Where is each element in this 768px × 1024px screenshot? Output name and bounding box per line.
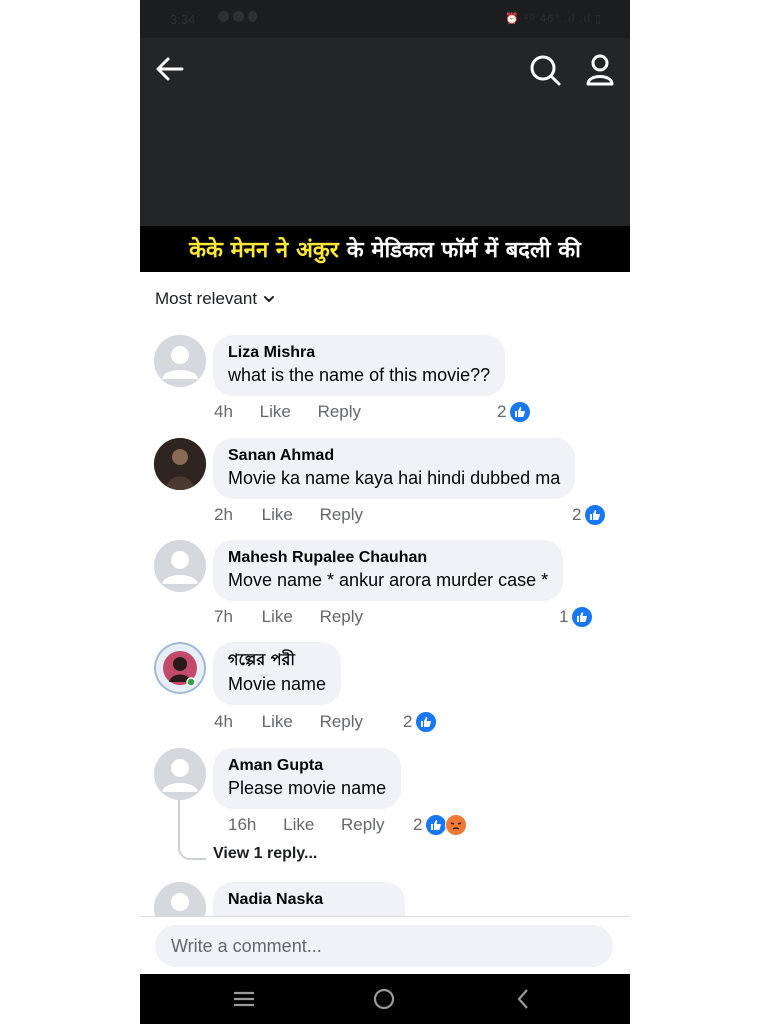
comment-text: Please movie name — [228, 778, 387, 798]
avatar[interactable] — [154, 540, 206, 592]
reaction-number: 2 — [403, 712, 413, 731]
avatar[interactable] — [154, 748, 206, 800]
comment-bubble[interactable]: Sanan Ahmad Movie ka name kaya hai hindi… — [213, 438, 576, 499]
reaction-number: 2 — [413, 815, 423, 834]
sort-label: Most relevant — [155, 289, 258, 308]
comment-actions: 16h Like Reply — [228, 815, 385, 835]
user-photo-icon — [154, 438, 206, 490]
call-icon — [248, 11, 257, 22]
comment-input[interactable]: Write a comment... — [155, 925, 613, 967]
status-right: ⏰ ⁴ᴳ 46° .ıl .ıl ▯ — [505, 13, 602, 25]
system-nav-bar — [140, 974, 630, 1024]
comment-actions: 4h Like Reply — [214, 402, 361, 422]
reply-button[interactable]: Reply — [320, 607, 363, 627]
like-button[interactable]: Like — [262, 607, 293, 627]
status-bar: 3:34 ⏰ ⁴ᴳ 46° .ıl .ıl ▯ — [140, 0, 630, 38]
reply-button[interactable]: Reply — [320, 712, 363, 732]
reaction-number: 2 — [572, 505, 582, 524]
view-replies-link[interactable]: View 1 reply... — [213, 845, 317, 863]
reply-button[interactable]: Reply — [318, 402, 361, 422]
sort-dropdown[interactable]: Most relevant — [155, 289, 275, 309]
like-reaction-icon — [415, 711, 438, 733]
like-button[interactable]: Like — [262, 505, 293, 525]
app-icon — [233, 11, 244, 22]
comment-actions: 2h Like Reply — [214, 505, 363, 525]
like-button[interactable]: Like — [262, 712, 293, 732]
like-reaction-icon — [571, 606, 594, 628]
like-button[interactable]: Like — [260, 402, 291, 422]
nav-back-icon[interactable] — [516, 988, 530, 1010]
comment-author[interactable]: গল্পের পরী — [228, 650, 326, 670]
reaction-count[interactable]: 2 — [403, 711, 438, 733]
home-icon[interactable] — [373, 988, 395, 1010]
like-button[interactable]: Like — [283, 815, 314, 835]
video-player[interactable]: 3:34 ⏰ ⁴ᴳ 46° .ıl .ıl ▯ केके मेनन ने अंक… — [140, 0, 630, 272]
video-caption: केके मेनन ने अंकुर के मेडिकल फॉर्म में ब… — [140, 226, 630, 272]
comment-bubble[interactable]: Mahesh Rupalee Chauhan Move name * ankur… — [213, 540, 564, 601]
caption-prefix: केके मेनन ने — [189, 238, 289, 263]
user-photo-icon — [154, 642, 206, 694]
reply-button[interactable]: Reply — [341, 815, 384, 835]
chevron-down-icon — [264, 296, 275, 303]
default-avatar-icon — [154, 335, 206, 387]
default-avatar-icon — [154, 540, 206, 592]
comment-author[interactable]: Nadia Naska — [228, 890, 323, 910]
phone-screen: 3:34 ⏰ ⁴ᴳ 46° .ıl .ıl ▯ केके मेनन ने अंक… — [140, 0, 630, 1024]
reaction-count[interactable]: 1 — [559, 606, 594, 628]
comment-time: 4h — [214, 402, 233, 421]
comment-text: Movie name — [228, 674, 327, 694]
angry-reaction-icon — [445, 814, 468, 836]
avatar[interactable] — [154, 642, 206, 694]
comment-time: 16h — [228, 815, 257, 834]
like-reaction-icon — [509, 401, 532, 423]
search-icon[interactable] — [528, 53, 562, 87]
caption-highlight: अंकुर — [296, 238, 339, 263]
default-avatar-icon — [154, 748, 206, 800]
comment-author[interactable]: Aman Gupta — [228, 756, 386, 776]
status-time: 3:34 — [170, 12, 196, 27]
comment-author[interactable]: Mahesh Rupalee Chauhan — [228, 548, 548, 568]
reaction-number: 1 — [559, 607, 569, 626]
avatar[interactable] — [154, 335, 206, 387]
comment-bubble[interactable]: Liza Mishra what is the name of this mov… — [213, 335, 506, 396]
reaction-count[interactable]: 2 — [572, 504, 607, 526]
back-arrow-icon[interactable] — [154, 53, 186, 85]
avatar[interactable] — [154, 438, 206, 490]
caption-suffix: के मेडिकल फॉर्म में बदली की — [346, 238, 581, 263]
comment-text: Move name * ankur arora murder case * — [228, 570, 549, 590]
comment-author[interactable]: Sanan Ahmad — [228, 446, 560, 466]
reaction-count[interactable]: 2 — [413, 814, 468, 836]
comment-text: what is the name of this movie?? — [228, 365, 491, 385]
comment-time: 7h — [214, 607, 233, 626]
notification-icons — [218, 11, 257, 22]
like-reaction-icon — [425, 814, 448, 836]
comment-bubble[interactable]: গল্পের পরী Movie name — [213, 642, 342, 705]
comment-time: 4h — [214, 712, 233, 731]
profile-icon[interactable] — [584, 53, 616, 87]
chat-icon — [218, 11, 229, 22]
recent-apps-icon[interactable] — [232, 990, 256, 1008]
comment-time: 2h — [214, 505, 233, 524]
reply-button[interactable]: Reply — [320, 505, 363, 525]
like-reaction-icon — [584, 504, 607, 526]
comment-author[interactable]: Liza Mishra — [228, 343, 490, 363]
reaction-count[interactable]: 2 — [497, 401, 532, 423]
comment-composer: Write a comment... — [140, 916, 630, 975]
reaction-number: 2 — [497, 402, 507, 421]
comment-actions: 7h Like Reply — [214, 607, 363, 627]
reply-thread-line — [178, 800, 206, 860]
comment-actions: 4h Like Reply — [214, 712, 363, 732]
comment-text: Movie ka name kaya hai hindi dubbed ma — [228, 468, 561, 488]
comment-bubble[interactable]: Aman Gupta Please movie name — [213, 748, 402, 809]
